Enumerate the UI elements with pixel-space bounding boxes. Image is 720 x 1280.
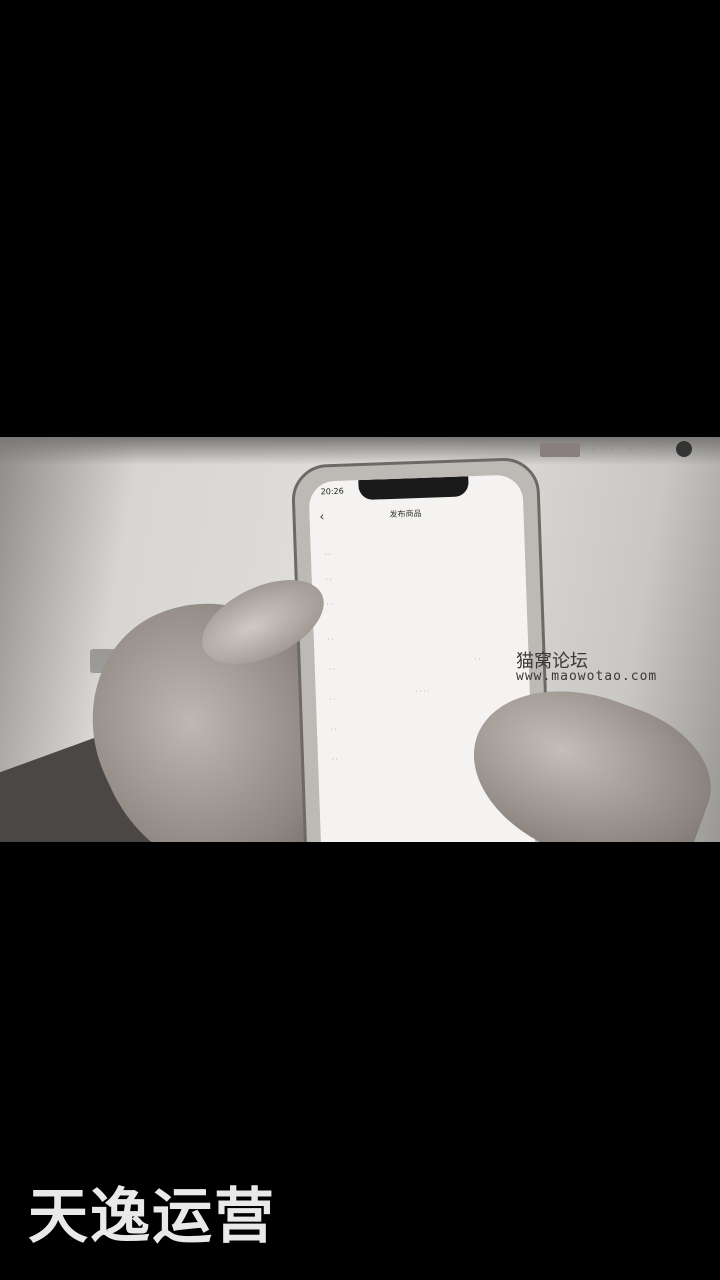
form-row: · ·: [327, 636, 334, 644]
form-row: · ·: [330, 726, 337, 734]
phone-notch: [358, 476, 469, 501]
top-bar-icons: · · ·: [592, 445, 638, 456]
form-row-value: · ·: [474, 655, 481, 664]
top-bar-button: [540, 443, 580, 457]
nav-title: 发布商品: [389, 508, 422, 520]
watermark-url: www.maowotao.com: [516, 669, 658, 684]
form-row-value: · · · ·: [415, 687, 430, 696]
form-row: · ·: [331, 755, 338, 764]
form-row: · ·: [328, 666, 335, 674]
chevron-left-icon: ‹: [319, 509, 325, 524]
brand-caption: 天逸运营: [28, 1182, 276, 1252]
avatar: [676, 441, 692, 457]
form-row: · ·: [329, 696, 336, 704]
form-row: · ·: [326, 601, 333, 609]
video-frame-photo: · · · 20:26 ‹ 发布商品 · · · · · · · · · · ·…: [0, 437, 720, 842]
form-row: · ·: [325, 576, 332, 584]
status-time: 20:26: [320, 486, 344, 497]
form-row: · ·: [324, 551, 331, 559]
